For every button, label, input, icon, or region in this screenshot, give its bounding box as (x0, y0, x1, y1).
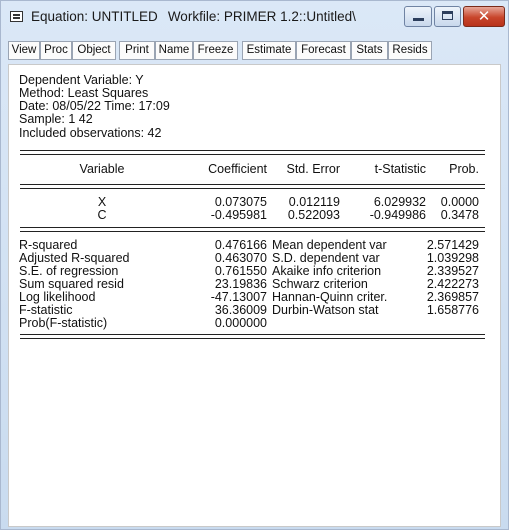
t-statistic-cell: 6.029932 (373, 195, 426, 209)
estimate-button[interactable]: Estimate (242, 41, 296, 60)
divider (20, 338, 485, 339)
stat-value: 2.571429 (426, 238, 479, 252)
output-view[interactable]: Dependent Variable: Y Method: Least Squa… (8, 64, 501, 527)
coefficient-cell: 0.073075 (214, 195, 267, 209)
stat-value: 23.19836 (214, 277, 267, 291)
stat-value: 0.761550 (214, 264, 267, 278)
col-header-variable: Variable (79, 162, 125, 176)
name-button[interactable]: Name (155, 41, 193, 60)
col-header-t-statistic: t-Statistic (374, 162, 426, 176)
stat-label: Adjusted R-squared (19, 251, 130, 265)
std-error-cell: 0.522093 (287, 208, 340, 222)
close-button[interactable]: ✕ (463, 6, 505, 27)
window-title: Equation: UNTITLED Workfile: PRIMER 1.2::… (31, 9, 356, 24)
col-header-std-error: Std. Error (286, 162, 341, 176)
date-time: Date: 08/05/22 Time: 17:09 (19, 99, 170, 113)
stat-label: R-squared (19, 238, 78, 252)
stat-value: 2.369857 (426, 290, 479, 304)
col-header-coefficient: Coefficient (208, 162, 267, 176)
divider (20, 154, 485, 155)
t-statistic-cell: -0.949986 (369, 208, 426, 222)
stat-value: 1.039298 (426, 251, 479, 265)
col-header-prob: Prob. (449, 162, 479, 176)
equation-icon[interactable] (10, 11, 23, 22)
variable-cell: X (97, 195, 107, 209)
variable-cell: C (97, 208, 107, 222)
dependent-variable: Dependent Variable: Y (19, 73, 144, 87)
method: Method: Least Squares (19, 86, 149, 100)
freeze-button[interactable]: Freeze (193, 41, 238, 60)
stat-label: Sum squared resid (19, 277, 124, 291)
close-icon: ✕ (477, 7, 491, 25)
divider (20, 184, 485, 185)
stat-value: 36.36009 (214, 303, 267, 317)
object-button[interactable]: Object (72, 41, 116, 60)
title-bar[interactable]: Equation: UNTITLED Workfile: PRIMER 1.2::… (1, 1, 508, 39)
stat-value: 0.463070 (214, 251, 267, 265)
workfile-title: Workfile: PRIMER 1.2::Untitled\ (167, 9, 356, 24)
stat-value: 0.000000 (214, 316, 267, 330)
divider (20, 227, 485, 228)
sample: Sample: 1 42 (19, 112, 93, 126)
stat-value: 0.476166 (214, 238, 267, 252)
stat-label: F-statistic (19, 303, 73, 317)
maximize-icon (442, 11, 453, 20)
stat-label: Mean dependent var (272, 238, 387, 252)
stat-label: S.E. of regression (19, 264, 119, 278)
prob-cell: 0.0000 (440, 195, 479, 209)
divider (20, 150, 485, 151)
stat-label: Log likelihood (19, 290, 96, 304)
print-button[interactable]: Print (119, 41, 155, 60)
stat-label: Akaike info criterion (272, 264, 382, 278)
maximize-button[interactable] (434, 6, 461, 27)
divider (20, 188, 485, 189)
divider (20, 334, 485, 335)
proc-button[interactable]: Proc (40, 41, 72, 60)
stat-label: S.D. dependent var (272, 251, 380, 265)
stat-label: Durbin-Watson stat (272, 303, 379, 317)
stat-label: Schwarz criterion (272, 277, 368, 291)
stat-label: Hannan-Quinn criter. (272, 290, 388, 304)
view-button[interactable]: View (8, 41, 40, 60)
coefficient-cell: -0.495981 (210, 208, 267, 222)
equation-title: Equation: UNTITLED (31, 9, 158, 24)
stats-button[interactable]: Stats (351, 41, 388, 60)
stat-value: 1.658776 (426, 303, 479, 317)
std-error-cell: 0.012119 (288, 195, 340, 209)
resids-button[interactable]: Resids (388, 41, 432, 60)
stat-value: 2.422273 (426, 277, 479, 291)
minimize-icon (413, 18, 424, 21)
stat-value: -47.13007 (210, 290, 267, 304)
stat-value: 2.339527 (426, 264, 479, 278)
divider (20, 231, 485, 232)
minimize-button[interactable] (404, 6, 432, 27)
equation-window: Equation: UNTITLED Workfile: PRIMER 1.2::… (0, 0, 509, 530)
included-observations: Included observations: 42 (19, 126, 162, 140)
prob-cell: 0.3478 (440, 208, 479, 222)
stat-label: Prob(F-statistic) (19, 316, 108, 330)
forecast-button[interactable]: Forecast (296, 41, 351, 60)
